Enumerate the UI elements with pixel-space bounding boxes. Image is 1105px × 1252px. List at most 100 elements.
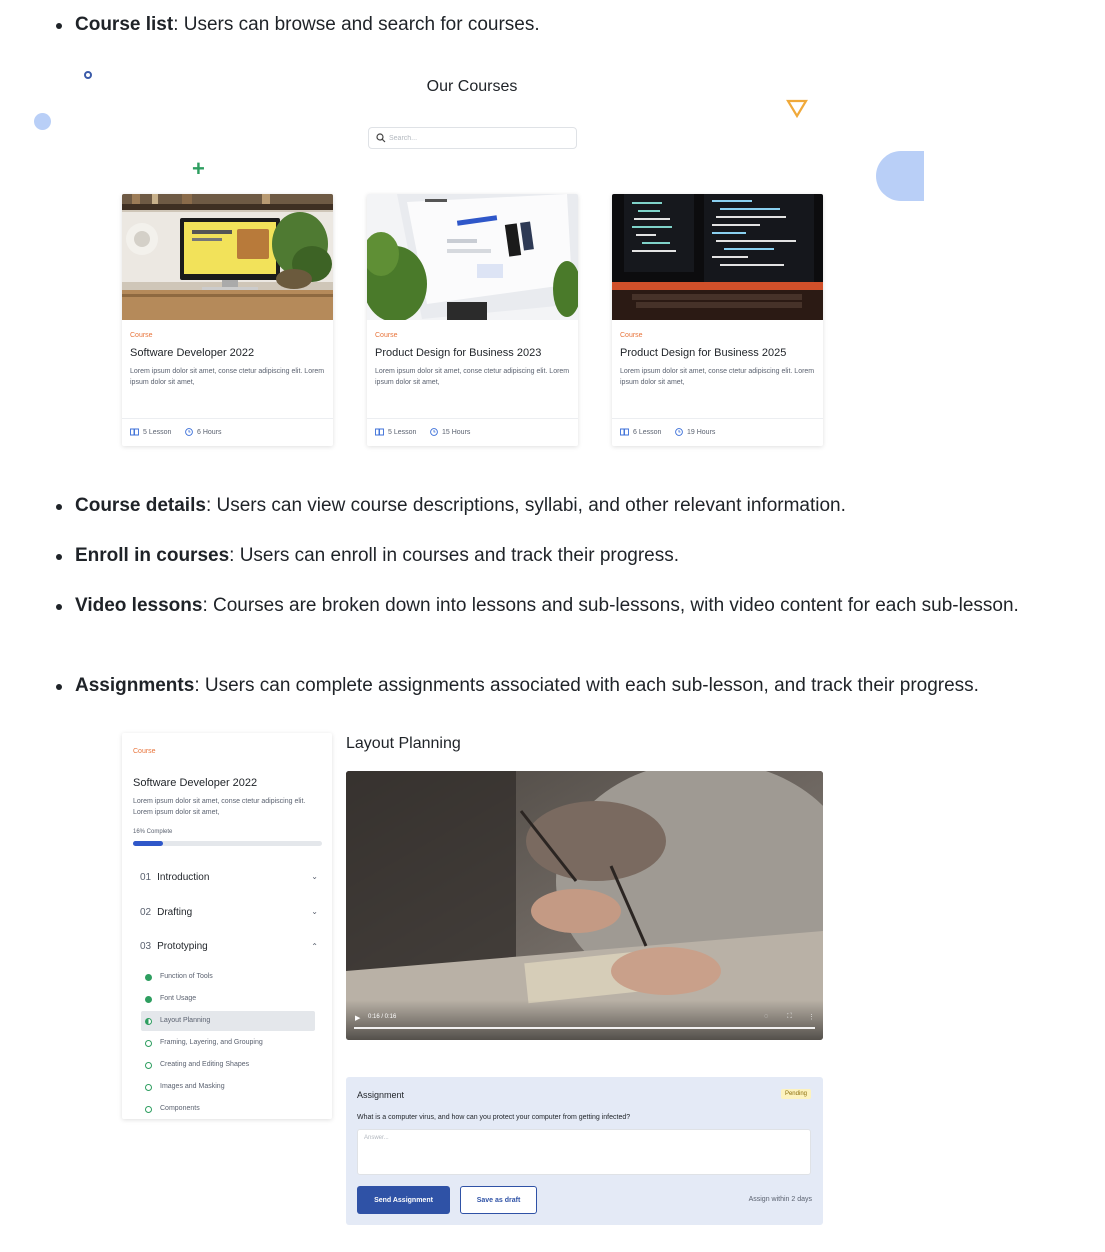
sublesson-item-active[interactable]: Layout Planning: [141, 1011, 315, 1031]
book-icon: [375, 428, 384, 436]
course-title[interactable]: Software Developer 2022: [130, 347, 254, 359]
bullet-dot: [56, 604, 62, 610]
bullet-dot: [56, 684, 62, 690]
volume-icon[interactable]: ◌: [764, 1013, 768, 1020]
not-started-icon: [145, 1106, 152, 1113]
course-description: Lorem ipsum dolor sit amet, conse ctetur…: [130, 368, 325, 386]
assignment-panel: Assignment Pending What is a computer vi…: [346, 1077, 823, 1225]
in-progress-icon: [145, 1018, 152, 1025]
fullscreen-icon[interactable]: ⛶: [787, 1013, 792, 1021]
sublesson-item[interactable]: Images and Masking: [141, 1077, 315, 1097]
decor-triangle-icon: [786, 99, 808, 118]
bullet-text: : Courses are broken down into lessons a…: [202, 595, 1019, 616]
due-text: Assign within 2 days: [748, 1196, 812, 1203]
bullet-text: : Users can complete assignments associa…: [194, 675, 979, 696]
hour-count: 6 Hours: [185, 428, 222, 436]
decor-circle: [34, 113, 51, 130]
not-started-icon: [145, 1040, 152, 1047]
status-badge: Pending: [780, 1089, 811, 1099]
hour-count: 15 Hours: [430, 428, 470, 436]
course-meta: 5 Lesson 6 Hours: [122, 418, 333, 446]
course-card[interactable]: Course Software Developer 2022 Lorem ips…: [122, 194, 333, 446]
more-options-icon[interactable]: ⋮: [808, 1013, 815, 1021]
course-tag: Course: [620, 332, 643, 339]
assignment-question: What is a computer virus, and how can yo…: [357, 1114, 631, 1121]
assignment-heading: Assignment: [357, 1090, 405, 1100]
completed-icon: [145, 996, 152, 1003]
bullet-dot: [56, 554, 62, 560]
section-introduction[interactable]: 01 Introduction ⌄: [140, 872, 318, 883]
search-icon: [376, 133, 386, 143]
decor-half-circle: [876, 151, 924, 201]
course-image-desk: [122, 194, 333, 320]
course-search-box[interactable]: [368, 127, 577, 149]
chevron-down-icon[interactable]: ⌄: [311, 907, 318, 916]
course-tag: Course: [133, 748, 156, 755]
lesson-count: 5 Lesson: [130, 428, 171, 436]
decor-plus-icon: +: [192, 156, 205, 181]
video-controls: [346, 1000, 823, 1040]
bullet-dot: [56, 23, 62, 29]
course-title[interactable]: Product Design for Business 2023: [375, 347, 541, 359]
book-icon: [620, 428, 629, 436]
course-title: Software Developer 2022: [133, 777, 258, 789]
clock-icon: [185, 428, 193, 436]
section-label: Prototyping: [157, 941, 208, 952]
progress-fill: [133, 841, 164, 846]
course-title[interactable]: Product Design for Business 2025: [620, 347, 786, 359]
play-icon[interactable]: ▶: [355, 1014, 360, 1022]
course-description: Lorem ipsum dolor sit amet, conse ctetur…: [620, 368, 815, 386]
search-input[interactable]: [389, 130, 569, 146]
sublesson-item[interactable]: Components: [141, 1099, 315, 1119]
bullet-term: Video lessons: [75, 595, 203, 616]
decor-ring: [84, 71, 92, 79]
progress-label: 16% Complete: [133, 829, 173, 835]
video-progress-bar[interactable]: [354, 1027, 815, 1029]
sublesson-item[interactable]: Function of Tools: [141, 967, 315, 987]
clock-icon: [430, 428, 438, 436]
bullet-term: Assignments: [75, 675, 195, 696]
course-description: Lorem ipsum dolor sit amet, conse ctetur…: [133, 798, 306, 816]
bullet-text: : Users can browse and search for course…: [173, 14, 540, 35]
course-tag: Course: [375, 332, 398, 339]
book-icon: [130, 428, 139, 436]
video-time: 0:16 / 0:16: [368, 1014, 397, 1020]
sublesson-item[interactable]: Font Usage: [141, 989, 315, 1009]
course-progress-bar: [133, 841, 322, 846]
lesson-count: 6 Lesson: [620, 428, 661, 436]
send-assignment-button[interactable]: Send Assignment: [357, 1186, 450, 1214]
course-meta: 6 Lesson 19 Hours: [612, 418, 823, 446]
answer-field[interactable]: [357, 1129, 811, 1175]
course-tag: Course: [130, 332, 153, 339]
course-card[interactable]: Course Product Design for Business 2023 …: [367, 194, 578, 446]
course-image-monitor: [367, 194, 578, 320]
bullet-text: : Users can view course descriptions, sy…: [205, 495, 846, 516]
bullet-text: : Users can enroll in courses and track …: [229, 545, 680, 566]
clock-icon: [675, 428, 683, 436]
course-meta: 5 Lesson 15 Hours: [367, 418, 578, 446]
save-draft-button[interactable]: Save as draft: [460, 1186, 537, 1214]
bullet-term: Enroll in courses: [75, 545, 230, 566]
section-label: Introduction: [157, 872, 210, 883]
lesson-sidebar: Course Software Developer 2022 Lorem ips…: [122, 733, 332, 1119]
course-card[interactable]: Course Product Design for Business 2025 …: [612, 194, 823, 446]
course-description: Lorem ipsum dolor sit amet, conse ctetur…: [375, 368, 570, 386]
bullet-dot: [56, 504, 62, 510]
lesson-count: 5 Lesson: [375, 428, 416, 436]
chevron-down-icon[interactable]: ⌄: [311, 872, 318, 881]
sublesson-item[interactable]: Framing, Layering, and Grouping: [141, 1033, 315, 1053]
hour-count: 19 Hours: [675, 428, 715, 436]
bullet-term: Course list: [75, 14, 174, 35]
video-player[interactable]: ▶ 0:16 / 0:16 ◌ ⛶ ⋮: [346, 771, 823, 1040]
section-prototyping[interactable]: 03 Prototyping ⌃: [140, 941, 318, 952]
course-list-screenshot: + Our Courses Search... Course Software …: [30, 62, 924, 457]
courses-title: Our Courses: [426, 78, 518, 95]
section-label: Drafting: [157, 907, 193, 918]
chevron-up-icon[interactable]: ⌃: [311, 942, 318, 951]
section-drafting[interactable]: 02 Drafting ⌄: [140, 907, 318, 918]
not-started-icon: [145, 1084, 152, 1091]
not-started-icon: [145, 1062, 152, 1069]
sublesson-item[interactable]: Creating and Editing Shapes: [141, 1055, 315, 1075]
course-image-code: [612, 194, 823, 320]
bullet-term: Course details: [75, 495, 206, 516]
